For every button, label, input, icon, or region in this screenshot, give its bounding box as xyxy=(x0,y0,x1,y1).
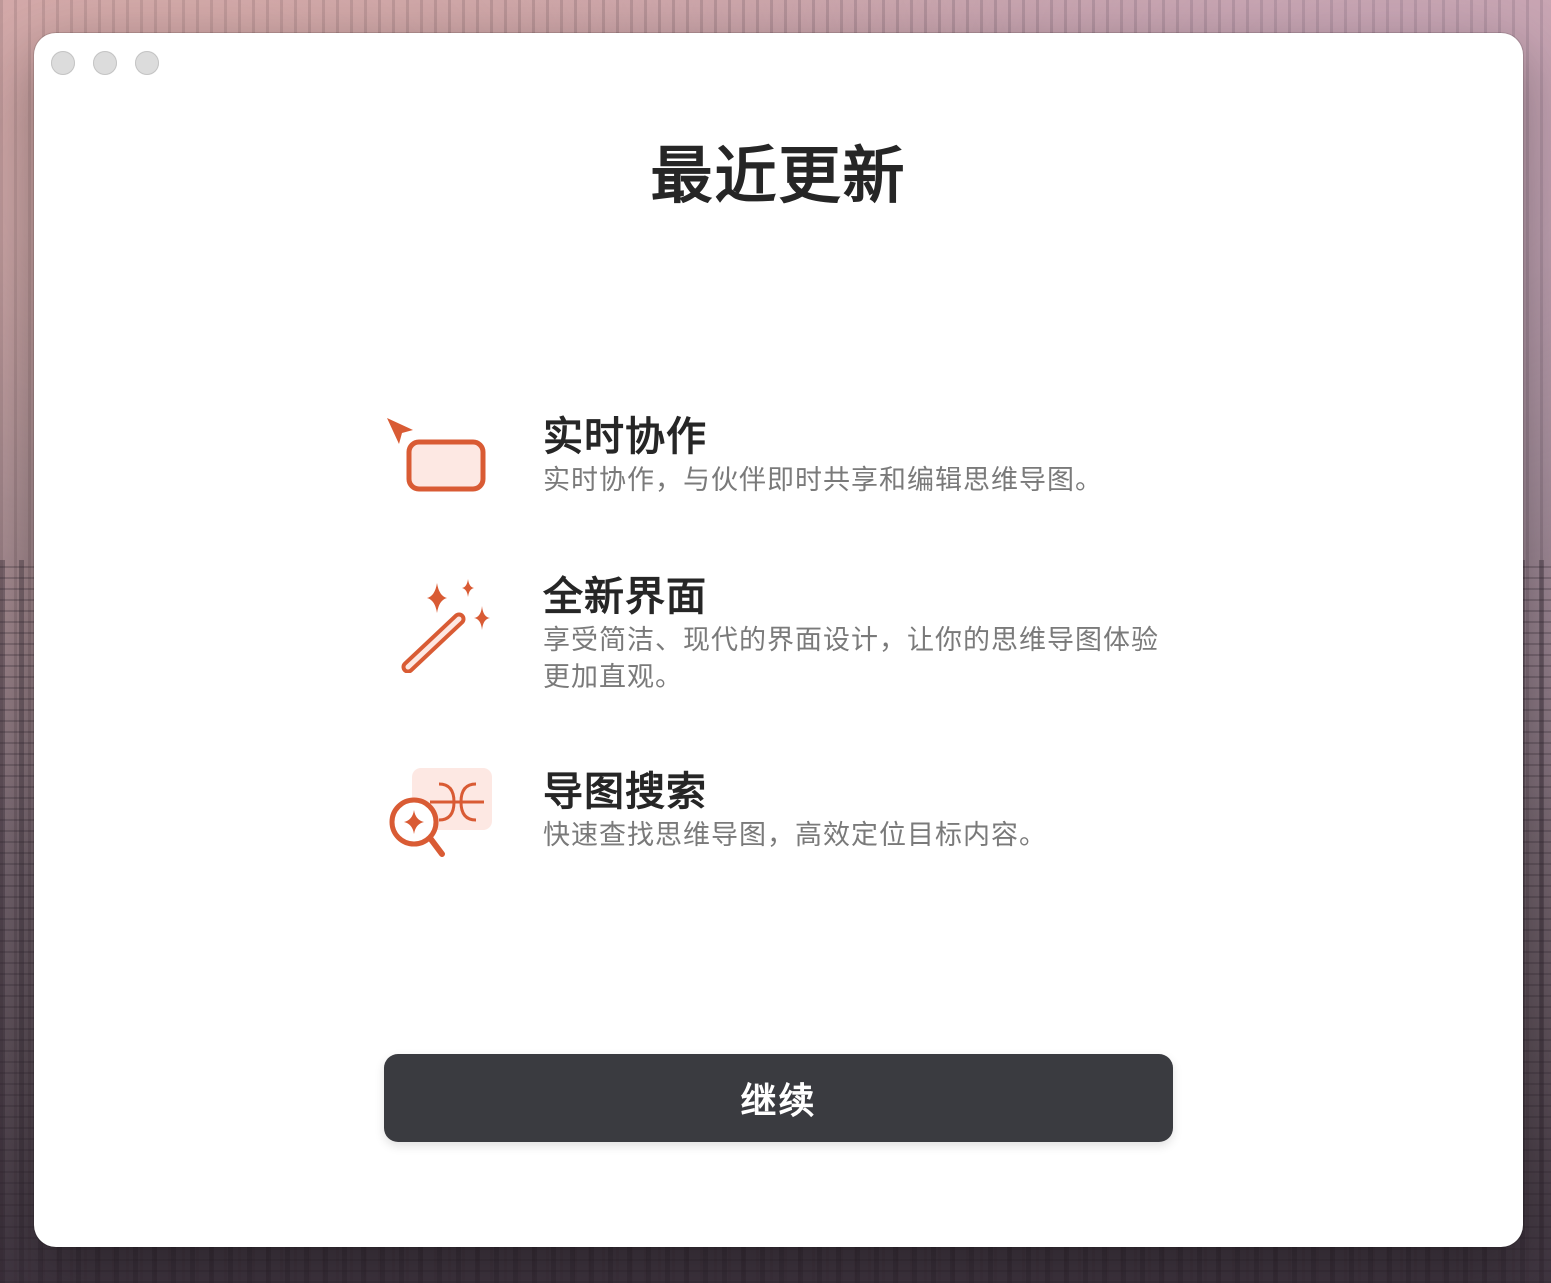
map-search-icon xyxy=(384,768,494,868)
whats-new-window: 最近更新 实时协作 实时协作，与伙伴即时共享和编辑思维导图。 全新界面 享受简洁… xyxy=(34,33,1523,1247)
feature-description: 实时协作，与伙伴即时共享和编辑思维导图。 xyxy=(543,465,1103,496)
magic-wand-icon xyxy=(384,573,494,674)
feature-title: 全新界面 xyxy=(543,574,707,620)
minimize-window-button[interactable] xyxy=(93,51,117,75)
page-title: 最近更新 xyxy=(650,139,907,212)
feature-title: 导图搜索 xyxy=(543,769,707,815)
window-controls xyxy=(51,51,159,75)
close-window-button[interactable] xyxy=(51,51,75,75)
feature-description: 享受简洁、现代的界面设计，让你的思维导图体验更加直观。 xyxy=(543,625,1159,693)
zoom-window-button[interactable] xyxy=(135,51,159,75)
feature-title: 实时协作 xyxy=(543,414,707,460)
collaboration-cursor-icon xyxy=(384,413,494,513)
feature-description: 快速查找思维导图，高效定位目标内容。 xyxy=(543,820,1047,851)
continue-button[interactable]: 继续 xyxy=(384,1054,1173,1142)
